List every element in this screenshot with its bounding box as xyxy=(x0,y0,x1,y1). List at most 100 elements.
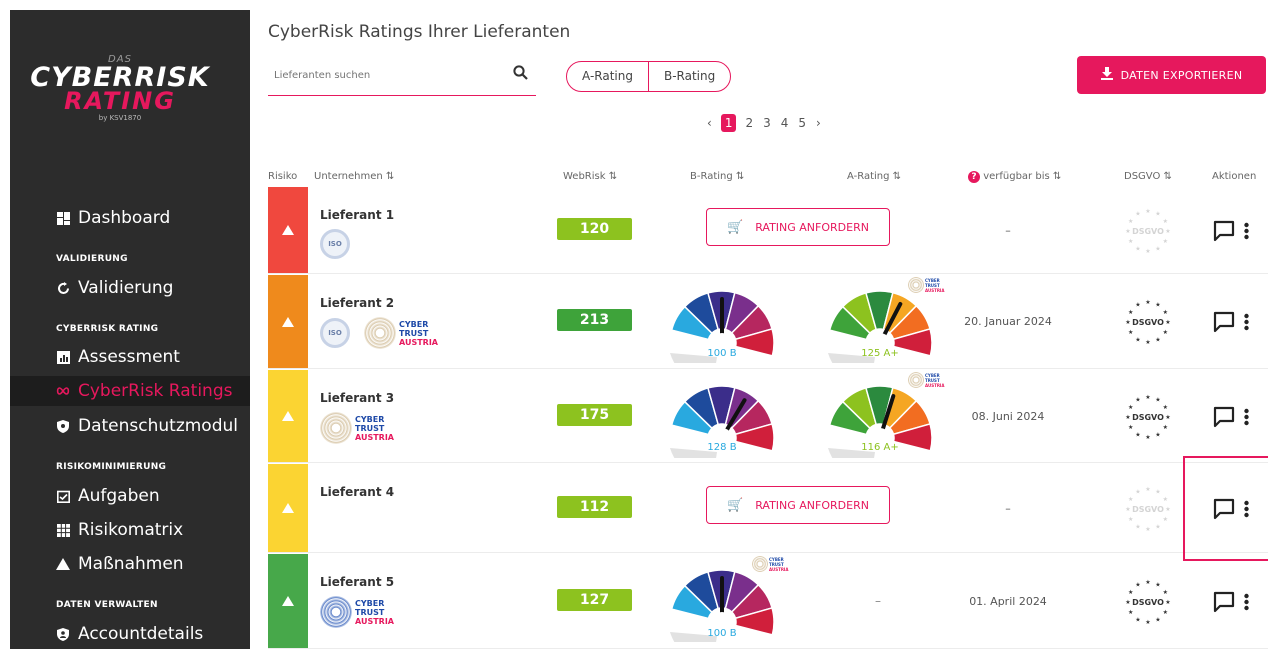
svg-text:★: ★ xyxy=(1155,489,1160,496)
more-options-icon[interactable] xyxy=(1244,408,1249,430)
rating-request-button[interactable]: 🛒 RATING ANFORDERN xyxy=(706,208,890,246)
svg-text:★: ★ xyxy=(1163,424,1168,431)
header-a-rating[interactable]: A-Rating ⇅ xyxy=(847,171,901,182)
infinity-icon xyxy=(56,384,70,398)
b-rating-label: 100 B xyxy=(707,628,737,639)
comment-icon[interactable] xyxy=(1213,591,1235,617)
account-icon xyxy=(56,627,70,641)
webrisk-score: 120 xyxy=(557,218,632,240)
sidebar-item-massnahmen[interactable]: Maßnahmen xyxy=(10,549,250,579)
toggle-a-rating[interactable]: A-Rating xyxy=(567,62,648,91)
svg-text:★: ★ xyxy=(1135,431,1140,438)
export-button[interactable]: DATEN EXPORTIEREN xyxy=(1077,56,1266,94)
dashboard-icon xyxy=(56,211,70,225)
warning-icon xyxy=(56,557,70,571)
sort-icon: ⇅ xyxy=(735,171,745,182)
table-row[interactable]: Lieferant 5 CYBER TRUST AUSTRIA 127 100 B – … xyxy=(268,554,1268,649)
svg-text:★: ★ xyxy=(1128,218,1133,225)
pager-page-1[interactable]: 1 xyxy=(720,114,737,132)
search-box xyxy=(268,58,536,96)
svg-text:★: ★ xyxy=(1145,619,1150,626)
pager-page-3[interactable]: 3 xyxy=(763,116,771,130)
sidebar-item-accountdetails[interactable]: Accountdetails xyxy=(10,619,250,649)
svg-text:★: ★ xyxy=(1125,506,1130,513)
certification-logos: ISO CYBER TRUST AUSTRIA xyxy=(320,317,438,349)
a-rating-empty: – xyxy=(875,594,881,608)
cyber-trust-badge: CYBER TRUST AUSTRIA xyxy=(320,596,394,628)
svg-text:DSGVO: DSGVO xyxy=(1132,505,1164,514)
table-row[interactable]: Lieferant 1 ISO 120 🛒 RATING ANFORDERN – ★ ★ ★ ★ ★… xyxy=(268,187,1268,274)
svg-text:★: ★ xyxy=(1135,397,1140,404)
logo-by: by KSV1870 xyxy=(98,114,142,122)
b-rating-label: 100 B xyxy=(707,348,737,359)
search-icon[interactable] xyxy=(513,65,528,84)
more-options-icon[interactable] xyxy=(1244,313,1249,335)
sidebar-item-validierung[interactable]: Validierung xyxy=(10,273,250,303)
sidebar-item-label: Datenschutzmodul xyxy=(78,416,238,436)
webrisk-score: 112 xyxy=(557,496,632,518)
table-row[interactable]: Lieferant 3 CYBER TRUST AUSTRIA 175 128 B 11… xyxy=(268,370,1268,484)
search-input[interactable] xyxy=(268,58,503,92)
svg-text:★: ★ xyxy=(1145,248,1150,255)
svg-text:★: ★ xyxy=(1145,339,1150,346)
export-label: DATEN EXPORTIEREN xyxy=(1120,68,1243,82)
header-actions: Aktionen xyxy=(1212,171,1257,182)
logo[interactable]: DAS CYBERRISK RATING by KSV1870 xyxy=(10,54,230,122)
sidebar-item-datenschutzmodul[interactable]: Datenschutzmodul xyxy=(10,411,250,441)
company-name[interactable]: Lieferant 4 xyxy=(320,485,394,499)
header-company[interactable]: Unternehmen ⇅ xyxy=(314,171,394,182)
header-b-rating[interactable]: B-Rating ⇅ xyxy=(690,171,744,182)
pager-page-2[interactable]: 2 xyxy=(745,116,753,130)
sort-icon: ⇅ xyxy=(385,171,395,182)
table-row[interactable]: Lieferant 2 ISO CYBER TRUST AUSTRIA 213 100 … xyxy=(268,275,1268,389)
pager-page-5[interactable]: 5 xyxy=(798,116,806,130)
more-options-icon[interactable] xyxy=(1244,222,1249,244)
row-actions xyxy=(1213,591,1249,617)
header-available[interactable]: ? verfügbar bis ⇅ xyxy=(968,171,1061,183)
certification-logos: ISO xyxy=(320,229,364,259)
sort-icon: ⇅ xyxy=(608,171,618,182)
svg-text:★: ★ xyxy=(1155,302,1160,309)
risk-indicator xyxy=(268,554,308,648)
sidebar-section-risikominimierung: RISIKOMINIMIERUNG xyxy=(56,462,167,472)
sidebar-item-cyberrisk-ratings[interactable]: CyberRisk Ratings xyxy=(10,376,250,406)
svg-text:★: ★ xyxy=(1145,434,1150,441)
svg-text:★: ★ xyxy=(1155,245,1160,252)
svg-text:★: ★ xyxy=(1135,336,1140,343)
comment-icon[interactable] xyxy=(1213,220,1235,246)
sidebar-item-dashboard[interactable]: Dashboard xyxy=(10,203,250,233)
company-name[interactable]: Lieferant 3 xyxy=(320,391,394,405)
svg-text:★: ★ xyxy=(1163,238,1168,245)
header-dsgvo[interactable]: DSGVO ⇅ xyxy=(1124,171,1172,182)
sort-icon: ⇅ xyxy=(892,171,902,182)
comment-icon[interactable] xyxy=(1213,311,1235,337)
sidebar-item-risikomatrix[interactable]: Risikomatrix xyxy=(10,515,250,545)
row-actions xyxy=(1213,406,1249,432)
assessment-icon xyxy=(56,350,70,364)
logo-line2: RATING xyxy=(64,87,176,115)
more-options-icon[interactable] xyxy=(1244,593,1249,615)
pager-next[interactable]: › xyxy=(816,116,821,130)
pager-page-4[interactable]: 4 xyxy=(781,116,789,130)
table-row[interactable]: Lieferant 4 112 🛒 RATING ANFORDERN – ★ ★ ★ ★ ★ ★ ★ ★… xyxy=(268,464,1268,553)
comment-icon[interactable] xyxy=(1213,406,1235,432)
warning-icon xyxy=(282,411,294,421)
dsgvo-seal: ★ ★ ★ ★ ★ ★ ★ ★ ★ ★ ★ ★ DSGVO xyxy=(1120,389,1176,445)
company-name[interactable]: Lieferant 5 xyxy=(320,575,394,589)
header-webrisk[interactable]: WebRisk ⇅ xyxy=(563,171,617,182)
svg-text:★: ★ xyxy=(1135,523,1140,530)
help-icon[interactable]: ? xyxy=(968,171,980,183)
sidebar-item-aufgaben[interactable]: Aufgaben xyxy=(10,481,250,511)
sidebar-item-assessment[interactable]: Assessment xyxy=(10,342,250,372)
pager-prev[interactable]: ‹ xyxy=(707,116,712,130)
toggle-b-rating[interactable]: B-Rating xyxy=(647,62,730,91)
company-name[interactable]: Lieferant 1 xyxy=(320,208,394,222)
available-until: – xyxy=(1005,502,1011,515)
pagination: ‹ 1 2 3 4 5 › xyxy=(702,114,826,132)
webrisk-score: 127 xyxy=(557,589,632,611)
company-name[interactable]: Lieferant 2 xyxy=(320,296,394,310)
svg-text:★: ★ xyxy=(1145,299,1150,306)
rating-request-button[interactable]: 🛒 RATING ANFORDERN xyxy=(706,486,890,524)
sidebar-item-label: Validierung xyxy=(78,278,174,298)
svg-text:★: ★ xyxy=(1128,516,1133,523)
